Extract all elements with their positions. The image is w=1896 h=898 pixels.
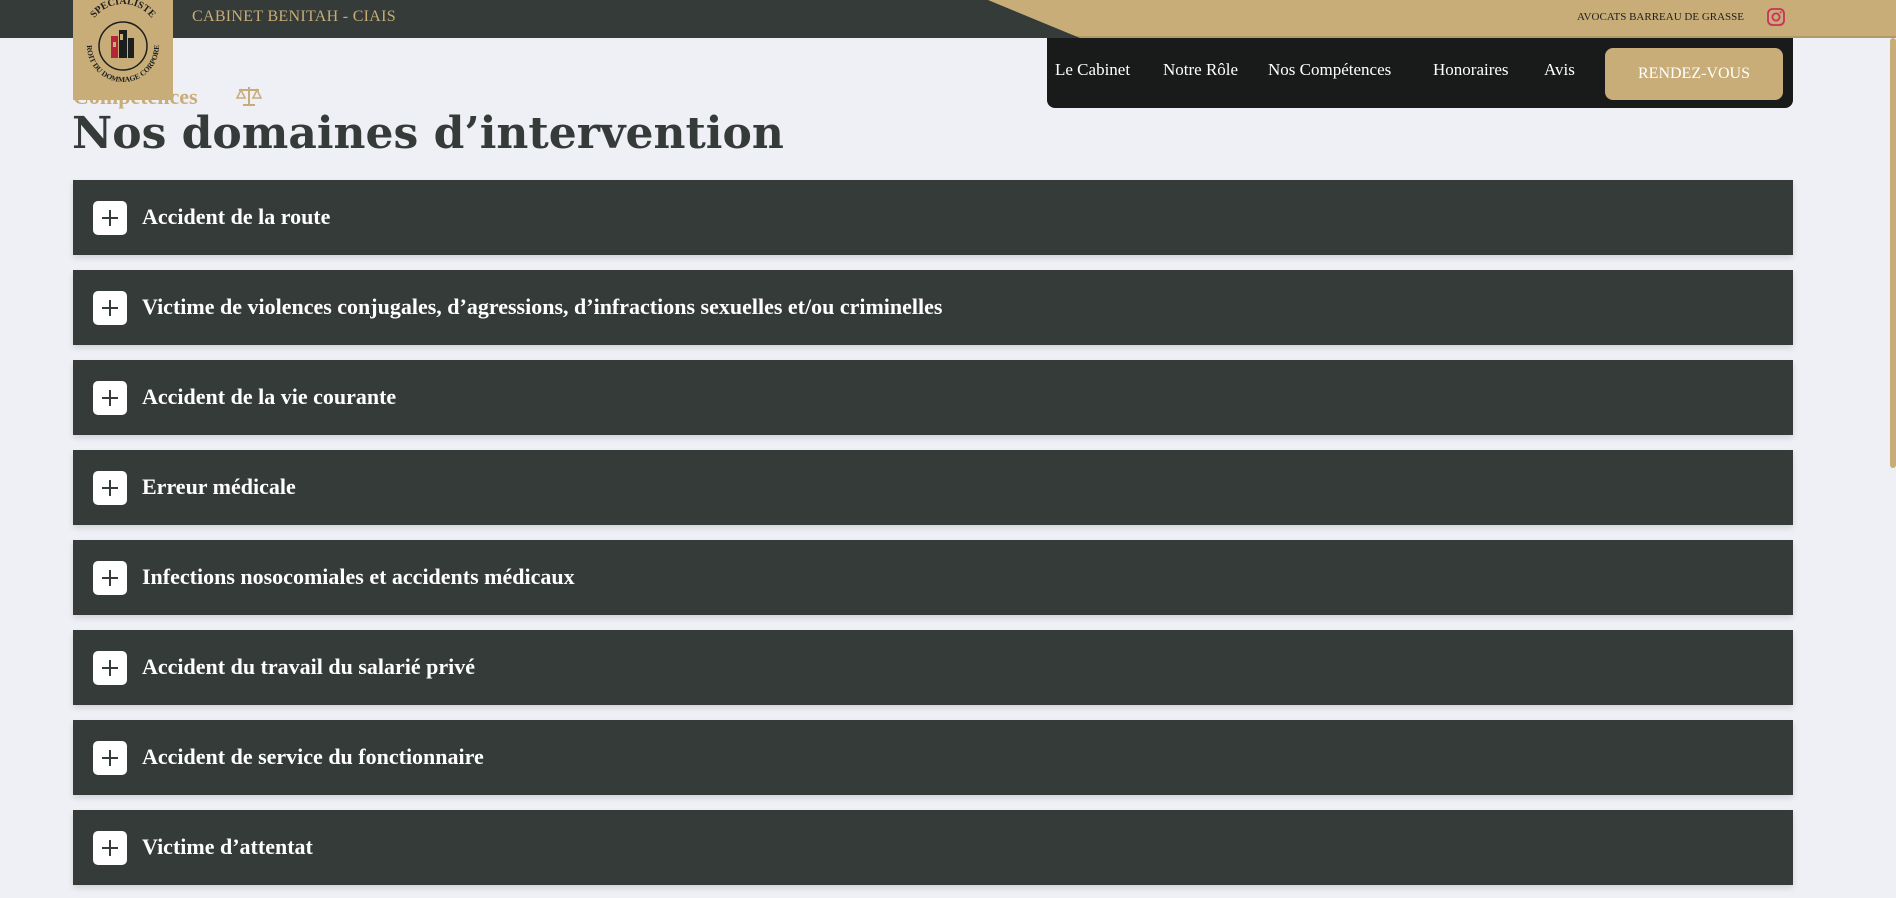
nav-item-honoraires[interactable]: Honoraires (1433, 60, 1509, 80)
nav-item-nos-competences[interactable]: Nos Compétences (1268, 60, 1391, 80)
instagram-icon[interactable] (1766, 7, 1786, 27)
accordion-item[interactable]: Erreur médicale (73, 450, 1793, 525)
accordion-item[interactable]: Infections nosocomiales et accidents méd… (73, 540, 1793, 615)
accordion-label: Accident de la vie courante (142, 384, 397, 409)
accordion-label: Erreur médicale (142, 474, 296, 499)
accordion-item[interactable]: Accident de la vie courante (73, 360, 1793, 435)
nav-item-notre-role[interactable]: Notre Rôle (1163, 60, 1238, 80)
plus-icon[interactable] (93, 651, 127, 685)
plus-icon[interactable] (93, 381, 127, 415)
page-title: Nos domaines d’intervention (72, 108, 784, 159)
plus-icon[interactable] (93, 831, 127, 865)
plus-icon[interactable] (93, 471, 127, 505)
plus-icon[interactable] (93, 201, 127, 235)
scales-icon (236, 87, 262, 106)
section-eyebrow: Compétences (73, 84, 198, 109)
accordion-item[interactable]: Victime d’attentat (73, 810, 1793, 885)
accordion-label: Victime de violences conjugales, d’agres… (142, 294, 943, 319)
main-navigation: Le Cabinet Notre Rôle Nos Compétences Ho… (1047, 38, 1793, 108)
accordion-label: Victime d’attentat (142, 834, 313, 859)
logo-top-text: SPECIALISTE (88, 0, 158, 20)
bar-label: AVOCATS BARREAU DE GRASSE (1577, 11, 1744, 23)
nav-item-le-cabinet[interactable]: Le Cabinet (1055, 60, 1130, 80)
accordion-item[interactable]: Accident de la route (73, 180, 1793, 255)
accordion-label: Infections nosocomiales et accidents méd… (142, 564, 575, 589)
accordion-item[interactable]: Accident du travail du salarié privé (73, 630, 1793, 705)
plus-icon[interactable] (93, 291, 127, 325)
accordion-label: Accident de service du fonctionnaire (142, 744, 484, 769)
nav-item-avis[interactable]: Avis (1544, 60, 1575, 80)
top-bar: CABINET BENITAH - CIAIS AVOCATS BARREAU … (0, 0, 1896, 38)
accordion-item[interactable]: Victime de violences conjugales, d’agres… (73, 270, 1793, 345)
firm-name: CABINET BENITAH - CIAIS (192, 8, 396, 25)
accordion-item[interactable]: Accident de service du fonctionnaire (73, 720, 1793, 795)
rendez-vous-button[interactable]: RENDEZ-VOUS (1605, 48, 1783, 100)
svg-text:SPECIALISTE: SPECIALISTE (88, 0, 158, 20)
accordion-label: Accident du travail du salarié privé (142, 654, 476, 679)
scrollbar-thumb[interactable] (1890, 38, 1896, 468)
plus-icon[interactable] (93, 741, 127, 775)
accordion-label: Accident de la route (142, 204, 331, 229)
plus-icon[interactable] (93, 561, 127, 595)
